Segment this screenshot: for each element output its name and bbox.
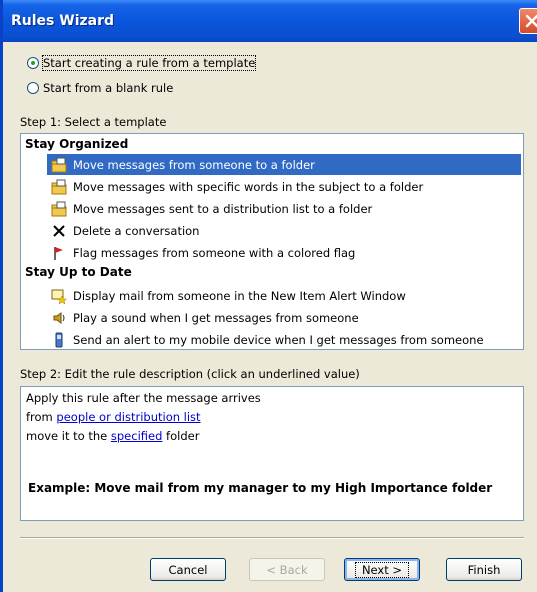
list-item[interactable]: Move messages sent to a distribution lis… <box>47 198 521 219</box>
radio-blank-option[interactable]: Start from a blank rule <box>27 81 173 95</box>
close-icon <box>525 14 537 28</box>
example-text: Example: Move mail from my manager to my… <box>28 481 493 495</box>
template-list[interactable]: Stay Organized Move messages from someon… <box>20 133 524 350</box>
list-item[interactable]: Flag messages from someone with a colore… <box>47 242 521 263</box>
separator <box>20 537 524 539</box>
back-button[interactable]: < Back <box>249 558 325 581</box>
radio-blank[interactable] <box>27 82 39 94</box>
desc-line-1: Apply this rule after the message arrive… <box>26 391 261 405</box>
flag-icon <box>54 246 63 260</box>
radio-template-label: Start creating a rule from a template <box>41 55 257 71</box>
move-folder-icon <box>51 201 67 216</box>
mobile-device-icon <box>55 332 63 347</box>
radio-template-option[interactable]: Start creating a rule from a template <box>27 55 257 71</box>
step1-label: Step 1: Select a template <box>20 115 167 129</box>
rules-wizard-window: Rules Wizard Start creating a rule from … <box>0 0 537 592</box>
list-item[interactable]: Display mail from someone in the New Ite… <box>47 285 521 306</box>
radio-blank-label: Start from a blank rule <box>43 81 174 95</box>
radio-template[interactable] <box>27 57 39 69</box>
people-link[interactable]: people or distribution list <box>56 410 200 424</box>
list-item[interactable]: Move messages from someone to a folder <box>47 154 521 175</box>
list-item[interactable]: Play a sound when I get messages from so… <box>47 307 521 328</box>
close-button[interactable] <box>519 8 537 34</box>
cancel-button[interactable]: Cancel <box>150 558 226 581</box>
window-title: Rules Wizard <box>11 13 115 29</box>
list-item[interactable]: Move messages with specific words in the… <box>47 176 521 197</box>
sound-icon <box>53 311 65 324</box>
finish-button[interactable]: Finish <box>446 558 522 581</box>
move-folder-icon <box>51 179 67 194</box>
desc-line-3: move it to the specified folder <box>26 429 200 443</box>
rule-description-box: Apply this rule after the message arrive… <box>20 386 524 521</box>
group-header-stay-up-to-date: Stay Up to Date <box>25 265 132 279</box>
list-item[interactable]: Delete a conversation <box>47 220 521 241</box>
title-bar[interactable]: Rules Wizard <box>3 0 537 42</box>
desc-line-2: from people or distribution list <box>26 410 201 424</box>
group-header-stay-organized: Stay Organized <box>25 137 129 151</box>
step2-label: Step 2: Edit the rule description (click… <box>20 367 360 381</box>
delete-x-icon <box>53 224 65 237</box>
list-item[interactable]: Send an alert to my mobile device when I… <box>47 329 521 350</box>
specified-folder-link[interactable]: specified <box>111 429 163 443</box>
move-folder-icon <box>51 157 67 172</box>
alert-window-icon <box>51 289 67 304</box>
next-button[interactable]: Next > <box>344 558 420 581</box>
